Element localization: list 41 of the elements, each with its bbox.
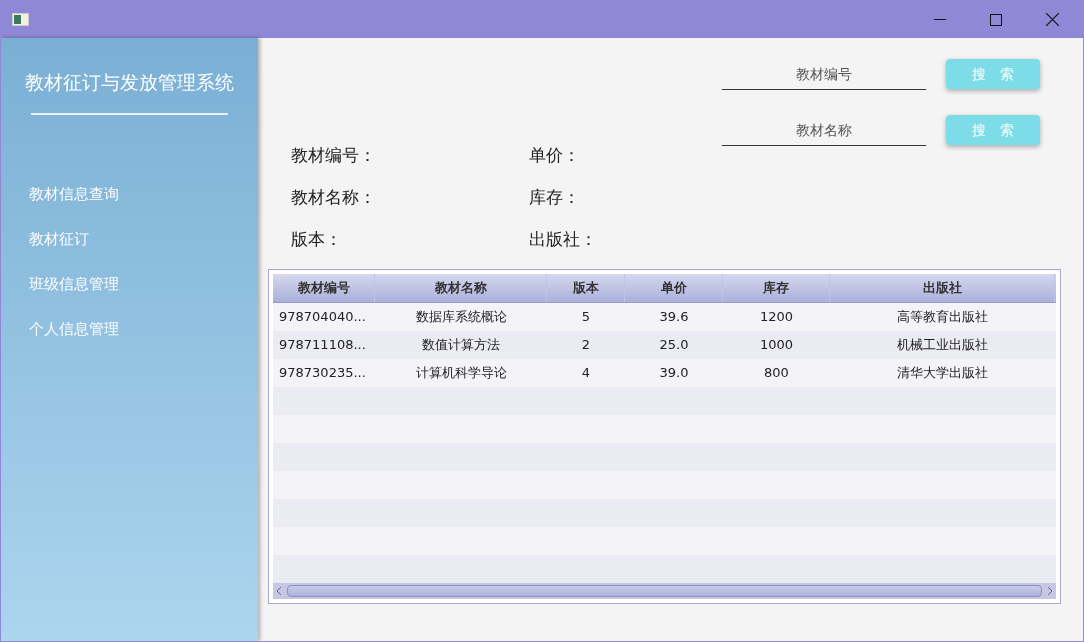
table-cell-text: 机械工业出版社 bbox=[896, 336, 989, 355]
table-cell-text: 800 bbox=[763, 364, 790, 383]
scroll-left-icon[interactable] bbox=[275, 586, 283, 596]
detail-label: 库存： bbox=[529, 186, 581, 209]
scroll-thumb[interactable] bbox=[287, 585, 1042, 597]
table-cell-text: 高等教育出版社 bbox=[896, 308, 989, 327]
detail-label: 教材编号： bbox=[291, 144, 377, 167]
table-cell-text: 5 bbox=[580, 308, 592, 327]
table-cell-text: 978730235... bbox=[278, 364, 367, 383]
detail-label: 单价： bbox=[529, 144, 581, 167]
minimize-icon[interactable] bbox=[934, 18, 946, 21]
search-field[interactable]: 教材名称 bbox=[722, 114, 926, 146]
column-header[interactable]: 单价 bbox=[625, 274, 723, 302]
table-cell-text: 数据库系统概论 bbox=[414, 308, 508, 327]
table-cell-text: 39.0 bbox=[658, 364, 690, 383]
search-field[interactable]: 教材编号 bbox=[722, 58, 926, 90]
table-cell-text: 978711108... bbox=[278, 336, 367, 355]
detail-label: 出版社： bbox=[529, 228, 598, 251]
column-header[interactable]: 教材编号 bbox=[273, 274, 375, 302]
table-cell-text: 计算机科学导论 bbox=[414, 364, 508, 383]
column-header[interactable]: 版本 bbox=[547, 274, 625, 302]
app-icon bbox=[12, 13, 29, 26]
column-header[interactable]: 库存 bbox=[723, 274, 830, 302]
scroll-right-icon[interactable] bbox=[1046, 586, 1054, 596]
table-cell-text: 25.0 bbox=[658, 336, 690, 355]
table-cell-text: 2 bbox=[580, 336, 592, 355]
detail-label: 版本： bbox=[291, 228, 343, 251]
table-cell-text: 1200 bbox=[758, 308, 795, 327]
column-header[interactable]: 教材名称 bbox=[375, 274, 547, 302]
close-icon[interactable] bbox=[1046, 13, 1059, 26]
table-cell-text: 1000 bbox=[758, 336, 795, 355]
table-cell-text: 清华大学出版社 bbox=[896, 364, 989, 383]
table-cell-text: 4 bbox=[580, 364, 592, 383]
app-title: 教材征订与发放管理系统 bbox=[24, 70, 235, 95]
table-cell-text: 数值计算方法 bbox=[421, 336, 501, 355]
detail-label: 教材名称： bbox=[291, 186, 377, 209]
maximize-icon[interactable] bbox=[990, 13, 1002, 26]
horizontal-scrollbar[interactable] bbox=[273, 583, 1056, 599]
table-cell-text: 978704040... bbox=[278, 308, 367, 327]
table-cell-text: 39.6 bbox=[658, 308, 690, 327]
column-header[interactable]: 出版社 bbox=[830, 274, 1055, 302]
